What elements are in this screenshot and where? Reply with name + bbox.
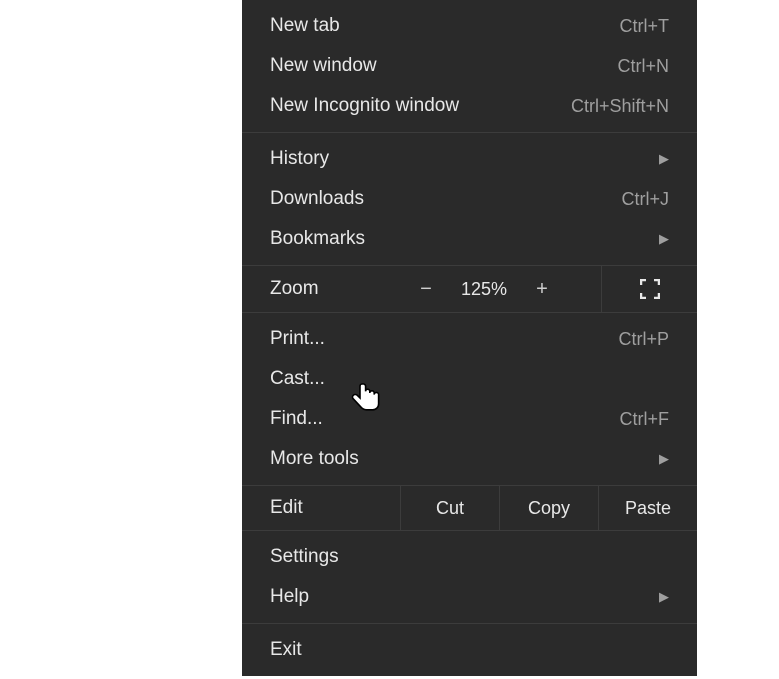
- menu-item-label: Bookmarks: [270, 225, 365, 253]
- menu-item-label: Settings: [270, 543, 339, 571]
- chevron-right-icon: ▶: [659, 145, 669, 173]
- chevron-right-icon: ▶: [659, 583, 669, 611]
- copy-button[interactable]: Copy: [499, 486, 598, 530]
- menu-item-new-window[interactable]: New window Ctrl+N: [242, 46, 697, 86]
- menu-item-label: History: [270, 145, 329, 173]
- menu-item-shortcut: Ctrl+Shift+N: [571, 92, 669, 120]
- menu-item-help[interactable]: Help ▶: [242, 577, 697, 617]
- edit-row: Edit Cut Copy Paste: [242, 485, 697, 531]
- menu-item-label: New Incognito window: [270, 92, 459, 120]
- menu-item-bookmarks[interactable]: Bookmarks ▶: [242, 219, 697, 259]
- menu-item-label: Print...: [270, 325, 325, 353]
- menu-item-print[interactable]: Print... Ctrl+P: [242, 319, 697, 359]
- cut-button[interactable]: Cut: [400, 486, 499, 530]
- zoom-in-button[interactable]: +: [516, 266, 568, 312]
- menu-item-label: Exit: [270, 636, 302, 664]
- menu-item-shortcut: Ctrl+J: [621, 185, 669, 213]
- menu-item-new-incognito[interactable]: New Incognito window Ctrl+Shift+N: [242, 86, 697, 126]
- menu-item-label: New window: [270, 52, 377, 80]
- menu-item-shortcut: Ctrl+N: [617, 52, 669, 80]
- menu-item-shortcut: Ctrl+T: [620, 12, 670, 40]
- edit-label: Edit: [242, 486, 400, 530]
- menu-item-find[interactable]: Find... Ctrl+F: [242, 399, 697, 439]
- menu-item-label: Help: [270, 583, 309, 611]
- chevron-right-icon: ▶: [659, 445, 669, 473]
- paste-button[interactable]: Paste: [598, 486, 697, 530]
- menu-item-more-tools[interactable]: More tools ▶: [242, 439, 697, 479]
- menu-item-label: Cast...: [270, 365, 325, 393]
- menu-item-shortcut: Ctrl+P: [618, 325, 669, 353]
- fullscreen-button[interactable]: [601, 266, 697, 312]
- chevron-right-icon: ▶: [659, 225, 669, 253]
- menu-item-label: More tools: [270, 445, 359, 473]
- browser-main-menu: New tab Ctrl+T New window Ctrl+N New Inc…: [242, 0, 697, 676]
- zoom-label: Zoom: [242, 278, 400, 300]
- menu-item-history[interactable]: History ▶: [242, 139, 697, 179]
- menu-item-shortcut: Ctrl+F: [620, 405, 670, 433]
- zoom-out-button[interactable]: −: [400, 266, 452, 312]
- menu-item-new-tab[interactable]: New tab Ctrl+T: [242, 6, 697, 46]
- fullscreen-icon: [640, 279, 660, 299]
- menu-item-label: Find...: [270, 405, 323, 433]
- menu-item-cast[interactable]: Cast...: [242, 359, 697, 399]
- menu-item-settings[interactable]: Settings: [242, 537, 697, 577]
- menu-item-label: Downloads: [270, 185, 364, 213]
- menu-item-label: New tab: [270, 12, 340, 40]
- zoom-row: Zoom − 125% +: [242, 265, 697, 313]
- zoom-value: 125%: [452, 279, 516, 300]
- menu-item-downloads[interactable]: Downloads Ctrl+J: [242, 179, 697, 219]
- menu-item-exit[interactable]: Exit: [242, 630, 697, 670]
